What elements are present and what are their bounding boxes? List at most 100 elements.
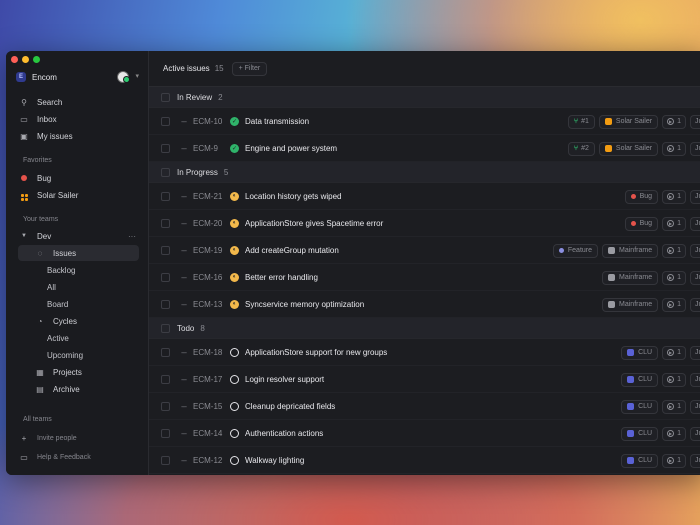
status-in-progress-icon[interactable]: ◐ [230, 191, 239, 201]
status-todo-icon[interactable] [230, 347, 239, 357]
issue-row[interactable]: --- ECM-17 Login resolver support CLU ▶ 1… [149, 366, 700, 393]
team-dev[interactable]: ▼ Dev ··· [18, 228, 140, 244]
row-checkbox[interactable] [161, 116, 170, 126]
status-todo-icon[interactable] [230, 455, 239, 465]
due-date[interactable]: Ju [690, 297, 700, 312]
cycle-pill[interactable]: ▶ 1 [662, 399, 686, 414]
issue-row[interactable]: --- ECM-14 Authentication actions CLU ▶ 1… [149, 420, 700, 447]
row-checkbox[interactable] [161, 299, 170, 309]
cycle-pill[interactable]: ▶ 1 [662, 270, 686, 285]
project-pill[interactable]: Mainframe [602, 270, 659, 285]
project-pill[interactable]: CLU [621, 372, 659, 387]
due-date[interactable]: Ju [690, 243, 700, 258]
favorite-solar-sailer[interactable]: Solar Sailer [18, 187, 140, 203]
no-priority-icon[interactable]: --- [181, 273, 193, 282]
project-pill[interactable]: CLU [621, 453, 659, 468]
no-priority-icon[interactable]: --- [181, 402, 193, 411]
row-checkbox[interactable] [161, 272, 170, 282]
filter-button[interactable]: + Filter [231, 61, 268, 76]
label-pill[interactable]: Feature [552, 243, 599, 258]
issue-row[interactable]: --- ECM-19 ◐ Add createGroup mutation Fe… [149, 237, 700, 264]
label-pill[interactable]: Bug [624, 216, 659, 231]
cycle-pill[interactable]: ▶ 1 [662, 141, 686, 156]
team-projects[interactable]: ▦ Projects [34, 364, 139, 380]
cycle-pill[interactable]: ▶ 1 [662, 345, 686, 360]
group-header-todo[interactable]: Todo 8 [149, 318, 700, 339]
no-priority-icon[interactable]: --- [181, 219, 193, 228]
label-pill[interactable]: Bug [624, 189, 659, 204]
row-checkbox[interactable] [161, 455, 170, 465]
project-pill[interactable]: Solar Sailer [598, 141, 659, 156]
team-archive[interactable]: ▤ Archive [34, 381, 139, 397]
issue-row[interactable]: --- ECM-21 ◐ Location history gets wiped… [149, 183, 700, 210]
project-pill[interactable]: CLU [621, 426, 659, 441]
due-date[interactable]: Ju [690, 399, 700, 414]
row-checkbox[interactable] [161, 401, 170, 411]
no-priority-icon[interactable]: --- [181, 144, 193, 153]
status-in-progress-icon[interactable]: ◐ [230, 299, 239, 309]
row-checkbox[interactable] [161, 143, 170, 153]
row-checkbox[interactable] [161, 428, 170, 438]
group-header-in-review[interactable]: In Review 2 [149, 87, 700, 108]
cycle-pill[interactable]: ▶ 1 [662, 216, 686, 231]
no-priority-icon[interactable]: --- [181, 117, 193, 126]
favorite-bug[interactable]: Bug [18, 170, 140, 186]
zoom-window-button[interactable] [33, 56, 40, 63]
status-todo-icon[interactable] [230, 428, 239, 438]
cycle-pill[interactable]: ▶ 1 [662, 243, 686, 258]
nav-search[interactable]: ⚲ Search [18, 94, 140, 110]
help-feedback-button[interactable]: ▭ Help & Feedback [18, 449, 140, 465]
group-checkbox[interactable] [161, 167, 170, 177]
due-date[interactable]: Ju [690, 270, 700, 285]
no-priority-icon[interactable]: --- [181, 456, 193, 465]
issue-row[interactable]: --- ECM-16 ◐ Better error handling Mainf… [149, 264, 700, 291]
status-in-review-icon[interactable]: ✓ [230, 116, 239, 126]
issue-row[interactable]: --- ECM-12 Walkway lighting CLU ▶1 Ju [149, 447, 700, 474]
row-checkbox[interactable] [161, 245, 170, 255]
no-priority-icon[interactable]: --- [181, 192, 193, 201]
team-issues[interactable]: ◌ Issues [18, 245, 139, 261]
project-pill[interactable]: Mainframe [602, 297, 659, 312]
project-pill[interactable]: CLU [621, 399, 659, 414]
issue-row[interactable]: --- ECM-9 ✓ Engine and power system ⑂ #2 … [149, 135, 700, 162]
project-pill[interactable]: CLU [621, 345, 659, 360]
status-in-review-icon[interactable]: ✓ [230, 143, 239, 153]
no-priority-icon[interactable]: --- [181, 375, 193, 384]
cycle-pill[interactable]: ▶ 1 [662, 297, 686, 312]
project-pill[interactable]: Solar Sailer [598, 114, 659, 129]
status-todo-icon[interactable] [230, 374, 239, 384]
due-date[interactable]: Ju [690, 345, 700, 360]
due-date[interactable]: Ju [690, 372, 700, 387]
cycle-pill[interactable]: ▶ 1 [662, 189, 686, 204]
issue-row[interactable]: --- ECM-20 ◐ ApplicationStore gives Spac… [149, 210, 700, 237]
nav-my-issues[interactable]: ▣ My issues [18, 128, 140, 144]
pull-request-pill[interactable]: ⑂ #2 [567, 141, 595, 156]
row-checkbox[interactable] [161, 218, 170, 228]
team-board[interactable]: Board [47, 296, 68, 312]
nav-inbox[interactable]: ▭ Inbox [18, 111, 140, 127]
due-date[interactable]: Ju [690, 114, 700, 129]
close-window-button[interactable] [11, 56, 18, 63]
cycle-pill[interactable]: ▶ 1 [662, 372, 686, 387]
status-in-progress-icon[interactable]: ◐ [230, 218, 239, 228]
issue-row[interactable]: --- ECM-13 ◐ Syncservice memory optimiza… [149, 291, 700, 318]
group-header-in-progress[interactable]: In Progress 5 [149, 162, 700, 183]
no-priority-icon[interactable]: --- [181, 300, 193, 309]
row-checkbox[interactable] [161, 374, 170, 384]
team-cycles-upcoming[interactable]: Upcoming [47, 347, 83, 363]
user-avatar[interactable] [117, 71, 130, 83]
status-in-progress-icon[interactable]: ◐ [230, 245, 239, 255]
cycle-pill[interactable]: ▶ 1 [662, 453, 686, 468]
team-cycles-active[interactable]: Active [47, 330, 69, 346]
minimize-window-button[interactable] [22, 56, 29, 63]
cycle-pill[interactable]: ▶ 1 [662, 426, 686, 441]
status-in-progress-icon[interactable]: ◐ [230, 272, 239, 282]
all-teams-heading[interactable]: All teams [23, 416, 52, 423]
pull-request-pill[interactable]: ⑂ #1 [567, 114, 595, 129]
team-cycles[interactable]: ◔ Cycles [34, 313, 139, 329]
group-checkbox[interactable] [161, 92, 170, 102]
workspace-switcher[interactable]: E Encom ▾ [16, 70, 141, 84]
row-checkbox[interactable] [161, 191, 170, 201]
issue-row[interactable]: --- ECM-10 ✓ Data transmission ⑂ #1 Solar… [149, 108, 700, 135]
due-date[interactable]: Ju [690, 216, 700, 231]
